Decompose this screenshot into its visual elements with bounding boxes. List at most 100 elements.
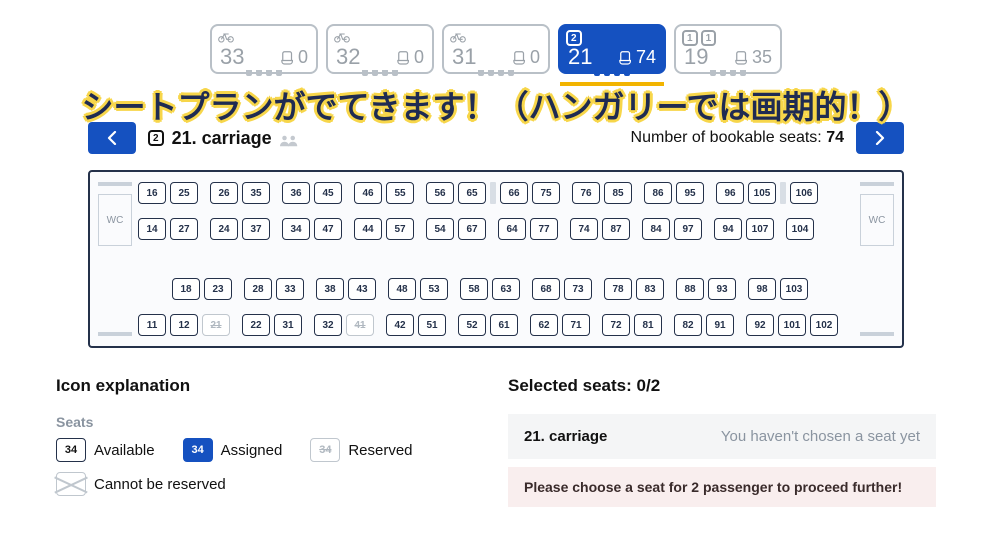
seat[interactable]: 78: [604, 278, 632, 300]
seat-count: 35: [752, 47, 772, 68]
seat[interactable]: 26: [210, 182, 238, 204]
seat[interactable]: 52: [458, 314, 486, 336]
carriage-card[interactable]: 330: [210, 24, 318, 74]
seat[interactable]: 95: [676, 182, 704, 204]
seat[interactable]: 37: [242, 218, 270, 240]
seat[interactable]: 66: [500, 182, 528, 204]
seat[interactable]: 96: [716, 182, 744, 204]
selection-alert: Please choose a seat for 2 passenger to …: [508, 467, 936, 507]
seat[interactable]: 98: [748, 278, 776, 300]
seat[interactable]: 68: [532, 278, 560, 300]
seat[interactable]: 23: [204, 278, 232, 300]
seat-icon: [513, 50, 527, 66]
seat[interactable]: 83: [636, 278, 664, 300]
seat[interactable]: 36: [282, 182, 310, 204]
legend-title: Icon explanation: [56, 376, 484, 396]
carriage-card[interactable]: 310: [442, 24, 550, 74]
seat[interactable]: 24: [210, 218, 238, 240]
seat[interactable]: 42: [386, 314, 414, 336]
seat[interactable]: 48: [388, 278, 416, 300]
seat[interactable]: 47: [314, 218, 342, 240]
seat[interactable]: 72: [602, 314, 630, 336]
seat[interactable]: 34: [282, 218, 310, 240]
seat[interactable]: 38: [316, 278, 344, 300]
seat[interactable]: 82: [674, 314, 702, 336]
selection-message: You haven't chosen a seat yet: [721, 428, 920, 445]
seat[interactable]: 77: [530, 218, 558, 240]
carriage-card[interactable]: 111935: [674, 24, 782, 74]
seat[interactable]: 16: [138, 182, 166, 204]
seat[interactable]: 76: [572, 182, 600, 204]
seat[interactable]: 65: [458, 182, 486, 204]
seat[interactable]: 27: [170, 218, 198, 240]
seat[interactable]: 73: [564, 278, 592, 300]
seat[interactable]: 11: [138, 314, 166, 336]
seat[interactable]: 93: [708, 278, 736, 300]
seat: 21: [202, 314, 230, 336]
selection-carriage-name: 21. carriage: [524, 428, 607, 445]
seat[interactable]: 57: [386, 218, 414, 240]
seat[interactable]: 101: [778, 314, 806, 336]
seat[interactable]: 64: [498, 218, 526, 240]
seat[interactable]: 54: [426, 218, 454, 240]
seat[interactable]: 103: [780, 278, 808, 300]
seat[interactable]: 44: [354, 218, 382, 240]
seat[interactable]: 86: [644, 182, 672, 204]
seat-cannot-icon: [56, 472, 86, 496]
seat[interactable]: 31: [274, 314, 302, 336]
seat[interactable]: 18: [172, 278, 200, 300]
seat-count: 0: [414, 47, 424, 68]
seat[interactable]: 107: [746, 218, 774, 240]
seat[interactable]: 22: [242, 314, 270, 336]
seat[interactable]: 94: [714, 218, 742, 240]
bookable-label: Number of bookable seats: 74: [631, 129, 844, 147]
bike-icon: [218, 30, 234, 41]
seat[interactable]: 88: [676, 278, 704, 300]
seat[interactable]: 62: [530, 314, 558, 336]
seat[interactable]: 87: [602, 218, 630, 240]
seat[interactable]: 81: [634, 314, 662, 336]
seat[interactable]: 58: [460, 278, 488, 300]
carriage-card[interactable]: 320: [326, 24, 434, 74]
seat[interactable]: 75: [532, 182, 560, 204]
seat-icon: [619, 50, 633, 66]
seat[interactable]: 45: [314, 182, 342, 204]
seat[interactable]: 14: [138, 218, 166, 240]
seat[interactable]: 84: [642, 218, 670, 240]
seat[interactable]: 56: [426, 182, 454, 204]
seat[interactable]: 104: [786, 218, 814, 240]
seat[interactable]: 33: [276, 278, 304, 300]
seat[interactable]: 43: [348, 278, 376, 300]
next-carriage-button[interactable]: [856, 122, 904, 154]
seat[interactable]: 74: [570, 218, 598, 240]
seat[interactable]: 32: [314, 314, 342, 336]
seat[interactable]: 46: [354, 182, 382, 204]
seat[interactable]: 67: [458, 218, 486, 240]
carriage-class-badge: 2: [148, 130, 164, 146]
seat[interactable]: 92: [746, 314, 774, 336]
seat[interactable]: 106: [790, 182, 818, 204]
seat[interactable]: 91: [706, 314, 734, 336]
carriage-card[interactable]: 22174: [558, 24, 666, 74]
seat[interactable]: 71: [562, 314, 590, 336]
seat[interactable]: 105: [748, 182, 776, 204]
seat[interactable]: 28: [244, 278, 272, 300]
wc-label: WC: [98, 194, 132, 246]
seat[interactable]: 97: [674, 218, 702, 240]
legend-assigned: 34 Assigned: [183, 438, 283, 462]
seat-count: 74: [636, 47, 656, 68]
legend-reserved: 34 Reserved: [310, 438, 412, 462]
seat[interactable]: 63: [492, 278, 520, 300]
seat[interactable]: 35: [242, 182, 270, 204]
prev-carriage-button[interactable]: [88, 122, 136, 154]
seat[interactable]: 102: [810, 314, 838, 336]
seat[interactable]: 61: [490, 314, 518, 336]
seat[interactable]: 51: [418, 314, 446, 336]
seat: 41: [346, 314, 374, 336]
seat[interactable]: 12: [170, 314, 198, 336]
seat[interactable]: 55: [386, 182, 414, 204]
seat[interactable]: 25: [170, 182, 198, 204]
seat[interactable]: 53: [420, 278, 448, 300]
class-badge: 2: [566, 30, 582, 46]
seat[interactable]: 85: [604, 182, 632, 204]
